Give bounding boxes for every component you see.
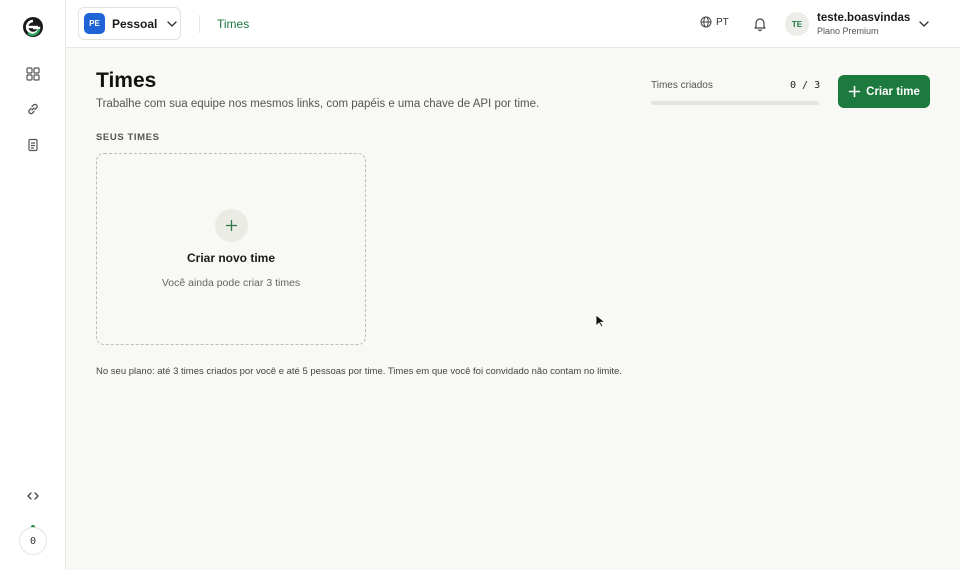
plan-limit-note: No seu plano: até 3 times criados por vo…: [96, 366, 622, 377]
nav-link-times[interactable]: Times: [217, 17, 249, 31]
dashboard-icon[interactable]: [24, 65, 42, 83]
link-icon[interactable]: [24, 100, 42, 118]
sidebar: 0: [0, 0, 66, 570]
usage-counter[interactable]: 0: [19, 527, 47, 555]
document-icon[interactable]: [24, 136, 42, 154]
user-name: teste.boasvindas: [817, 11, 911, 24]
workspace-label: Pessoal: [112, 16, 158, 31]
e-logo-icon[interactable]: [22, 16, 44, 38]
globe-icon: [700, 16, 712, 28]
mouse-cursor-icon: [595, 314, 607, 328]
usage-label: Times criados: [651, 80, 713, 91]
new-team-card-subtitle: Você ainda pode criar 3 times: [161, 277, 301, 289]
create-team-label: Criar time: [866, 85, 920, 98]
user-plan: Plano Premium: [817, 25, 879, 36]
page-title: Times: [96, 69, 157, 92]
chevron-down-icon: [919, 21, 930, 27]
new-team-card-title: Criar novo time: [186, 251, 276, 265]
section-label: SEUS TIMES: [96, 132, 160, 143]
workspace-selector[interactable]: PE Pessoal: [78, 7, 181, 40]
avatar: TE: [785, 12, 809, 36]
plus-icon: [215, 209, 248, 242]
user-menu[interactable]: TE teste.boasvindas Plano Premium: [785, 11, 930, 37]
chevron-down-icon: [167, 20, 178, 27]
create-team-button[interactable]: Criar time: [838, 75, 930, 108]
workspace-badge: PE: [84, 13, 105, 34]
bell-icon[interactable]: [752, 16, 768, 32]
divider: [199, 15, 200, 33]
topbar: PE Pessoal Times PT TE teste.boasvindas …: [66, 0, 960, 48]
language-label: PT: [716, 16, 729, 28]
usage-count: 0 / 3: [790, 80, 821, 91]
usage-progress-bar: [651, 101, 819, 105]
page-subtitle: Trabalhe com sua equipe nos mesmos links…: [96, 98, 540, 110]
code-icon[interactable]: [24, 487, 42, 505]
new-team-card[interactable]: Criar novo time Você ainda pode criar 3 …: [96, 153, 366, 345]
language-selector[interactable]: PT: [700, 16, 729, 28]
plus-icon: [848, 85, 861, 98]
